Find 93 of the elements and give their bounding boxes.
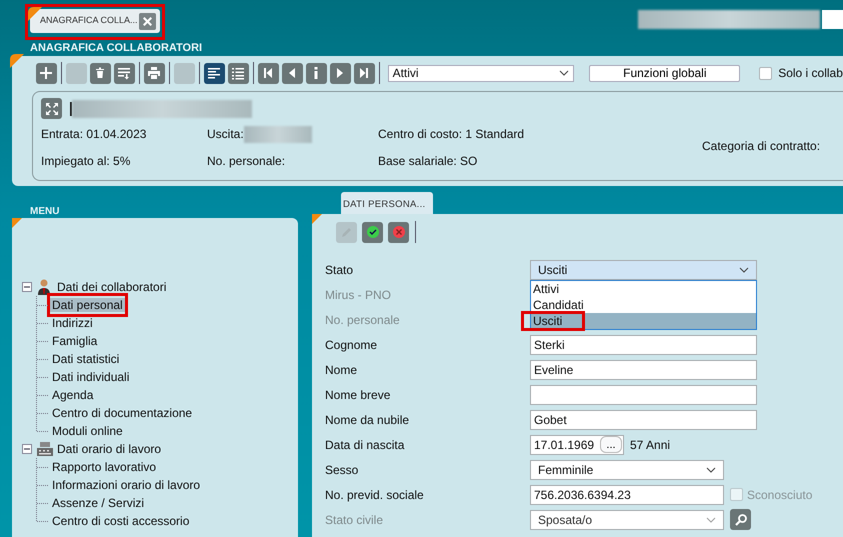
field-label: Nome bbox=[325, 362, 358, 378]
menu-title: MENU bbox=[29, 205, 60, 218]
chevron-down-icon bbox=[559, 70, 570, 76]
corner-icon bbox=[312, 214, 324, 226]
select-field[interactable]: Femminile bbox=[530, 460, 724, 480]
field-label: Stato civile bbox=[325, 512, 384, 528]
menu-item[interactable]: Assenze / Servizi bbox=[50, 496, 146, 510]
toolbar-button[interactable] bbox=[228, 62, 249, 84]
expand-button[interactable] bbox=[41, 98, 62, 119]
check-icon bbox=[366, 225, 380, 239]
text-lines-icon bbox=[207, 66, 222, 80]
checkbox-label: Solo i collab bbox=[778, 65, 843, 82]
menu-item[interactable]: Centro di documentazione bbox=[50, 406, 194, 420]
detail-tab[interactable]: DATI PERSONA... bbox=[341, 192, 433, 214]
menu-item[interactable]: Indirizzi bbox=[50, 316, 95, 330]
dropdown-option[interactable]: Attivi bbox=[531, 281, 756, 297]
global-functions-button[interactable]: Funzioni globali bbox=[589, 64, 740, 82]
section-title: ANAGRAFICA COLLABORATORI bbox=[29, 41, 204, 56]
date-field[interactable]: 17.01.1969 ... bbox=[530, 434, 624, 454]
plus-icon bbox=[39, 66, 54, 80]
toolbar-button[interactable] bbox=[144, 62, 165, 84]
redaction-bar bbox=[244, 126, 312, 142]
menu-group[interactable]: Dati orario di lavoro bbox=[57, 440, 162, 458]
menu-item[interactable]: Rapporto lavorativo bbox=[50, 460, 158, 474]
tab-label: ANAGRAFICA COLLA... bbox=[40, 14, 138, 28]
field-label: Stato bbox=[325, 262, 354, 278]
list-arrow-icon bbox=[117, 66, 132, 80]
close-button[interactable] bbox=[139, 12, 156, 30]
menu-item[interactable]: Informazioni orario di lavoro bbox=[50, 478, 202, 492]
field-label: Mirus - PNO bbox=[325, 286, 392, 304]
menu-item[interactable]: Dati statistici bbox=[50, 352, 122, 366]
corner-icon bbox=[12, 218, 24, 230]
input-field[interactable]: Sterki bbox=[530, 334, 757, 354]
summary-text: Categoria di contratto: bbox=[702, 138, 820, 155]
checkbox[interactable] bbox=[759, 66, 772, 80]
field-label: Nome da nubile bbox=[325, 412, 410, 428]
field-label: Cognome bbox=[325, 336, 378, 354]
register-icon bbox=[36, 441, 54, 457]
input-field[interactable]: 756.2036.6394.23 bbox=[530, 484, 724, 504]
toolbar-button[interactable] bbox=[330, 62, 351, 84]
expander-icon[interactable] bbox=[22, 282, 32, 292]
close-icon bbox=[142, 16, 153, 26]
text-cursor bbox=[70, 102, 72, 116]
corner-icon bbox=[10, 54, 24, 68]
toolbar-button[interactable] bbox=[90, 62, 111, 84]
menu-group[interactable]: Dati dei collaboratori bbox=[57, 278, 166, 296]
menu-item[interactable]: Centro di costi accessorio bbox=[50, 514, 192, 528]
menu-item[interactable]: Agenda bbox=[50, 388, 96, 402]
cancel-icon bbox=[392, 225, 406, 239]
filter-select[interactable]: Attivi bbox=[388, 64, 574, 82]
list-icon bbox=[231, 66, 246, 80]
date-picker-button[interactable]: ... bbox=[600, 436, 622, 453]
summary-text: Uscita: bbox=[207, 126, 244, 143]
printer-icon bbox=[147, 66, 162, 80]
chevron-down-icon bbox=[706, 516, 716, 522]
menu-item[interactable]: Famiglia bbox=[50, 334, 100, 348]
toolbar-button[interactable] bbox=[362, 222, 383, 242]
field-label: No. personale bbox=[325, 312, 401, 328]
input-field[interactable]: Eveline bbox=[530, 360, 757, 380]
toolbar-button[interactable] bbox=[36, 62, 57, 84]
field-label: Sesso bbox=[325, 462, 360, 478]
toolbar-button[interactable] bbox=[258, 62, 279, 84]
search-icon bbox=[734, 512, 748, 526]
input-field[interactable] bbox=[530, 384, 757, 404]
corner-icon bbox=[28, 7, 42, 21]
summary-text: Centro di costo: 1 Standard bbox=[378, 126, 524, 143]
summary-text: Entrata: 01.04.2023 bbox=[41, 126, 146, 143]
dropdown-option[interactable]: Candidati bbox=[531, 297, 756, 313]
toolbar-button[interactable] bbox=[282, 62, 303, 84]
summary-text: Base salariale: SO bbox=[378, 153, 478, 170]
age-text: 57 Anni bbox=[630, 436, 670, 454]
summary-text: No. personale: bbox=[207, 153, 286, 170]
toolbar-button[interactable] bbox=[204, 62, 225, 84]
toolbar-button[interactable] bbox=[114, 62, 135, 84]
toolbar-button[interactable] bbox=[306, 62, 327, 84]
toolbar-button[interactable] bbox=[354, 62, 375, 84]
field-label: No. previd. sociale bbox=[325, 486, 425, 504]
app-tab[interactable]: ANAGRAFICA COLLA... bbox=[30, 9, 160, 33]
expand-icon bbox=[44, 102, 58, 116]
input-field[interactable]: Gobet bbox=[530, 410, 757, 430]
select-field[interactable]: Usciti bbox=[530, 260, 757, 280]
menu-item[interactable]: Moduli online bbox=[50, 424, 125, 438]
checkbox-label: Sconosciuto bbox=[747, 486, 812, 504]
expander-icon[interactable] bbox=[22, 444, 32, 454]
field-label: Data di nascita bbox=[325, 436, 406, 454]
menu-item[interactable]: Dati personal bbox=[50, 298, 125, 312]
field-label: Nome breve bbox=[325, 386, 392, 404]
toolbar-button[interactable] bbox=[388, 222, 409, 242]
chevron-down-icon bbox=[706, 466, 716, 472]
dropdown-option[interactable]: Usciti bbox=[531, 313, 756, 329]
chevron-down-icon bbox=[739, 266, 749, 272]
menu-item[interactable]: Dati individuali bbox=[50, 370, 132, 384]
summary-text: Impiegato al: 5% bbox=[41, 153, 130, 170]
